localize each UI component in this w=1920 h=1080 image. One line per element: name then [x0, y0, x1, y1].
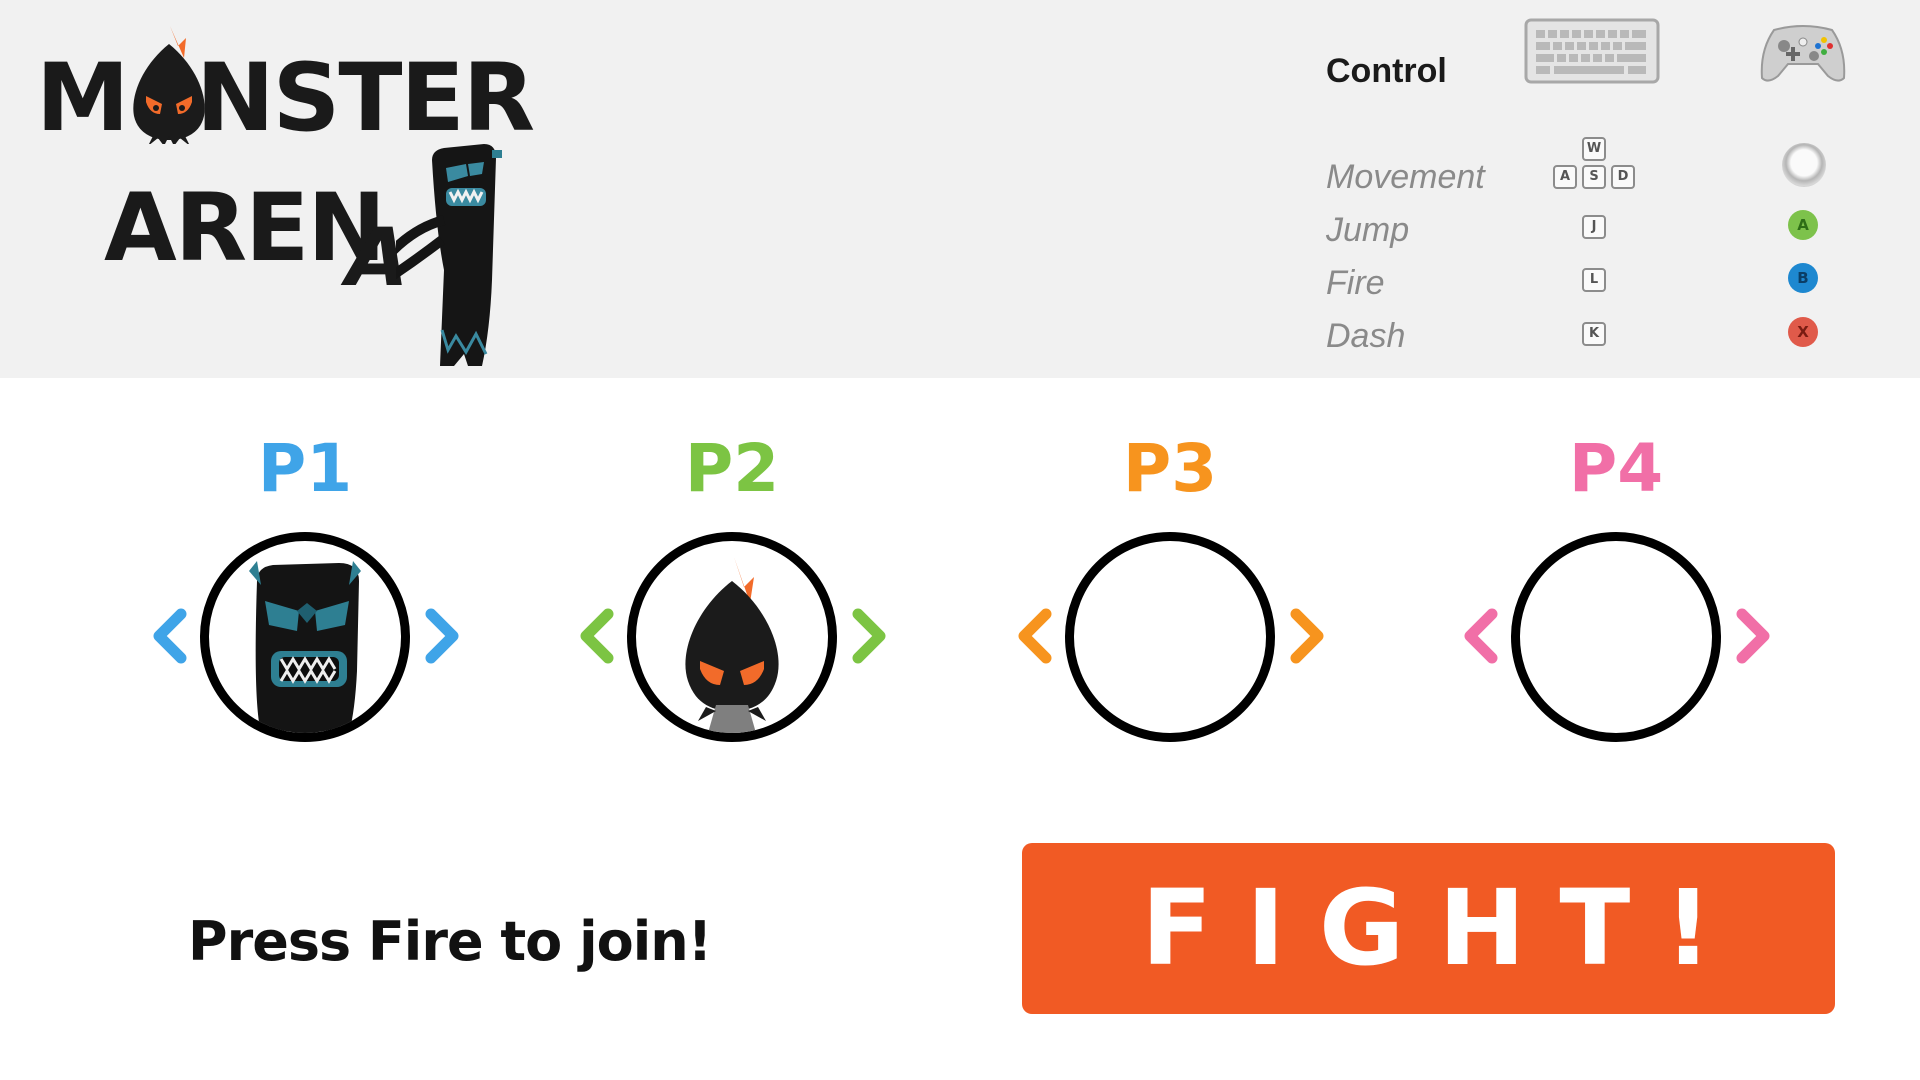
- monster-portrait-p3-empty[interactable]: [1065, 532, 1275, 742]
- monster-portrait-p4-empty[interactable]: [1511, 532, 1721, 742]
- gamepad-icon: [1760, 25, 1846, 82]
- key-j: J: [1582, 215, 1606, 239]
- key-a: A: [1553, 165, 1577, 189]
- player-slot-p4: P4: [1446, 436, 1786, 756]
- control-label-movement: Movement: [1326, 158, 1485, 196]
- player-label-p1: P1: [257, 430, 353, 507]
- next-monster-arrow-icon[interactable]: [1286, 606, 1330, 666]
- prev-monster-arrow-icon[interactable]: [1012, 606, 1056, 666]
- key-k: K: [1582, 322, 1606, 346]
- top-banner: M NSTER AREN A Control Movement W A S D …: [0, 0, 1920, 378]
- player-slot-p2: P2: [562, 436, 902, 756]
- fight-button[interactable]: FIGHT!: [1022, 843, 1835, 1014]
- prev-monster-arrow-icon[interactable]: [574, 606, 618, 666]
- gamepad-button-x-icon: X: [1788, 317, 1818, 347]
- gamepad-button-b-icon: B: [1788, 263, 1818, 293]
- tall-monster-logo-icon: [396, 144, 502, 366]
- control-label-fire: Fire: [1326, 264, 1385, 302]
- flame-monster-icon: [685, 557, 779, 733]
- next-monster-arrow-icon[interactable]: [421, 606, 465, 666]
- join-prompt: Press Fire to join!: [188, 910, 712, 973]
- key-l: L: [1582, 268, 1606, 292]
- analog-stick-icon: [1782, 143, 1826, 187]
- control-label-dash: Dash: [1326, 317, 1406, 355]
- next-monster-arrow-icon[interactable]: [848, 606, 892, 666]
- key-s: S: [1582, 165, 1606, 189]
- tall-blue-monster-icon: [249, 561, 361, 733]
- monster-portrait-p1[interactable]: [200, 532, 410, 742]
- key-d: D: [1611, 165, 1635, 189]
- control-label-jump: Jump: [1326, 211, 1410, 249]
- player-slot-p3: P3: [1000, 436, 1340, 756]
- prev-monster-arrow-icon[interactable]: [147, 606, 191, 666]
- player-label-p2: P2: [684, 430, 780, 507]
- logo-letter-m: M: [36, 44, 130, 153]
- player-slot-p1: P1: [135, 436, 475, 756]
- key-w: W: [1582, 137, 1606, 161]
- next-monster-arrow-icon[interactable]: [1732, 606, 1776, 666]
- prev-monster-arrow-icon[interactable]: [1458, 606, 1502, 666]
- control-title: Control: [1326, 52, 1447, 90]
- game-logo: M NSTER AREN A: [36, 20, 556, 366]
- player-label-p4: P4: [1568, 430, 1664, 507]
- logo-word-aren: AREN: [104, 174, 386, 283]
- player-label-p3: P3: [1122, 430, 1218, 507]
- gamepad-button-a-icon: A: [1788, 210, 1818, 240]
- keyboard-icon: [1524, 18, 1660, 84]
- monster-portrait-p2[interactable]: [627, 532, 837, 742]
